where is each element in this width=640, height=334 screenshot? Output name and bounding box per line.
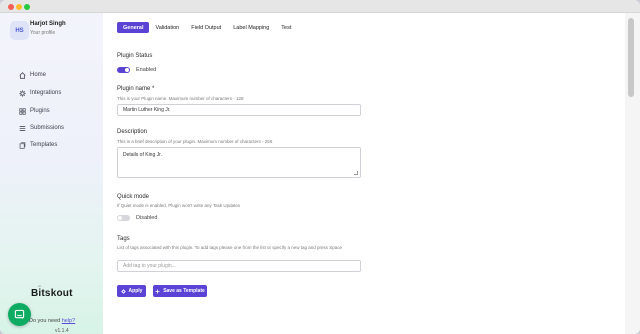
plugin-name-label: Plugin name * [117,86,155,92]
resize-handle-icon[interactable] [354,171,358,175]
quick-mode-toggle[interactable] [117,215,130,221]
sidebar-item-integrations[interactable]: Integrations [19,88,61,98]
description-help: This is a brief description of your plug… [117,139,273,144]
tab-field-output[interactable]: Field Output [185,22,227,33]
sidebar: HS Harjot Singh Your profile Home Integr… [0,13,103,334]
tab-test[interactable]: Test [275,22,297,33]
profile-name: Harjot Singh [30,21,66,27]
plugin-name-help: This is your Plugin name. Maximum number… [117,96,244,101]
plugin-settings-panel: General Validation Field Output Label Ma… [103,13,625,334]
help-text: Do you need help? [29,318,75,324]
minimize-window-button[interactable] [16,4,22,10]
avatar: HS [10,21,29,40]
close-window-button[interactable] [8,4,14,10]
tab-validation[interactable]: Validation [149,22,185,33]
app-window: HS Harjot Singh Your profile Home Integr… [0,0,640,334]
sidebar-item-label: Home [30,72,47,78]
tab-general[interactable]: General [117,22,150,33]
sidebar-item-templates[interactable]: Templates [19,140,57,150]
plugin-status-value: Enabled [136,67,157,73]
toggle-knob [118,216,122,220]
gear-icon [19,89,26,97]
sidebar-item-plugins[interactable]: Plugins [19,106,50,116]
maximize-window-button[interactable] [24,4,30,10]
quick-mode-value: Disabled [136,215,158,221]
plugins-grid-icon [19,107,26,115]
templates-icon [19,141,26,149]
plugin-status-toggle[interactable] [117,67,130,73]
window-titlebar [0,0,640,13]
save-as-template-button[interactable]: Save as Template [153,285,207,297]
chat-icon [14,309,25,320]
list-icon [19,125,26,131]
toggle-knob [125,68,129,72]
profile-card[interactable]: HS Harjot Singh Your profile [7,17,103,41]
settings-tabs: General Validation Field Output Label Ma… [117,22,297,33]
quick-mode-label: Quick mode [117,194,150,200]
home-icon [19,71,26,79]
chat-support-button[interactable] [8,303,31,326]
help-prefix: Do you need [29,318,62,324]
version-label: v1.1.4 [55,328,69,334]
brand-name: Bitskout [31,288,73,299]
gear-icon [120,288,126,294]
apply-button[interactable]: Apply [117,285,146,297]
quick-mode-help: If Quiet mode is enabled, Plugin won't w… [117,203,241,208]
plugin-status-label: Plugin Status [117,53,153,59]
tags-label: Tags [117,236,130,242]
sidebar-item-label: Submissions [30,125,65,131]
help-link[interactable]: help? [62,318,75,324]
description-textarea[interactable]: Details of King Jr. [117,147,361,178]
save-as-template-label: Save as Template [163,288,205,294]
brand-logo: AI Bitskout [31,284,81,304]
tags-input[interactable] [117,260,361,272]
apply-button-label: Apply [128,288,143,294]
sidebar-item-label: Integrations [30,90,62,96]
tags-help: List of tags associated with this plugin… [117,245,343,250]
sidebar-item-label: Templates [30,142,58,148]
sidebar-item-submissions[interactable]: Submissions [19,123,64,133]
description-label: Description [117,129,148,135]
sidebar-item-label: Plugins [30,108,50,114]
scrollbar-thumb[interactable] [628,18,634,97]
profile-subtitle: Your profile [30,30,56,36]
plugin-name-input[interactable] [117,104,361,116]
tab-label-mapping[interactable]: Label Mapping [227,22,275,33]
plus-icon [155,289,160,293]
sidebar-item-home[interactable]: Home [19,70,46,80]
